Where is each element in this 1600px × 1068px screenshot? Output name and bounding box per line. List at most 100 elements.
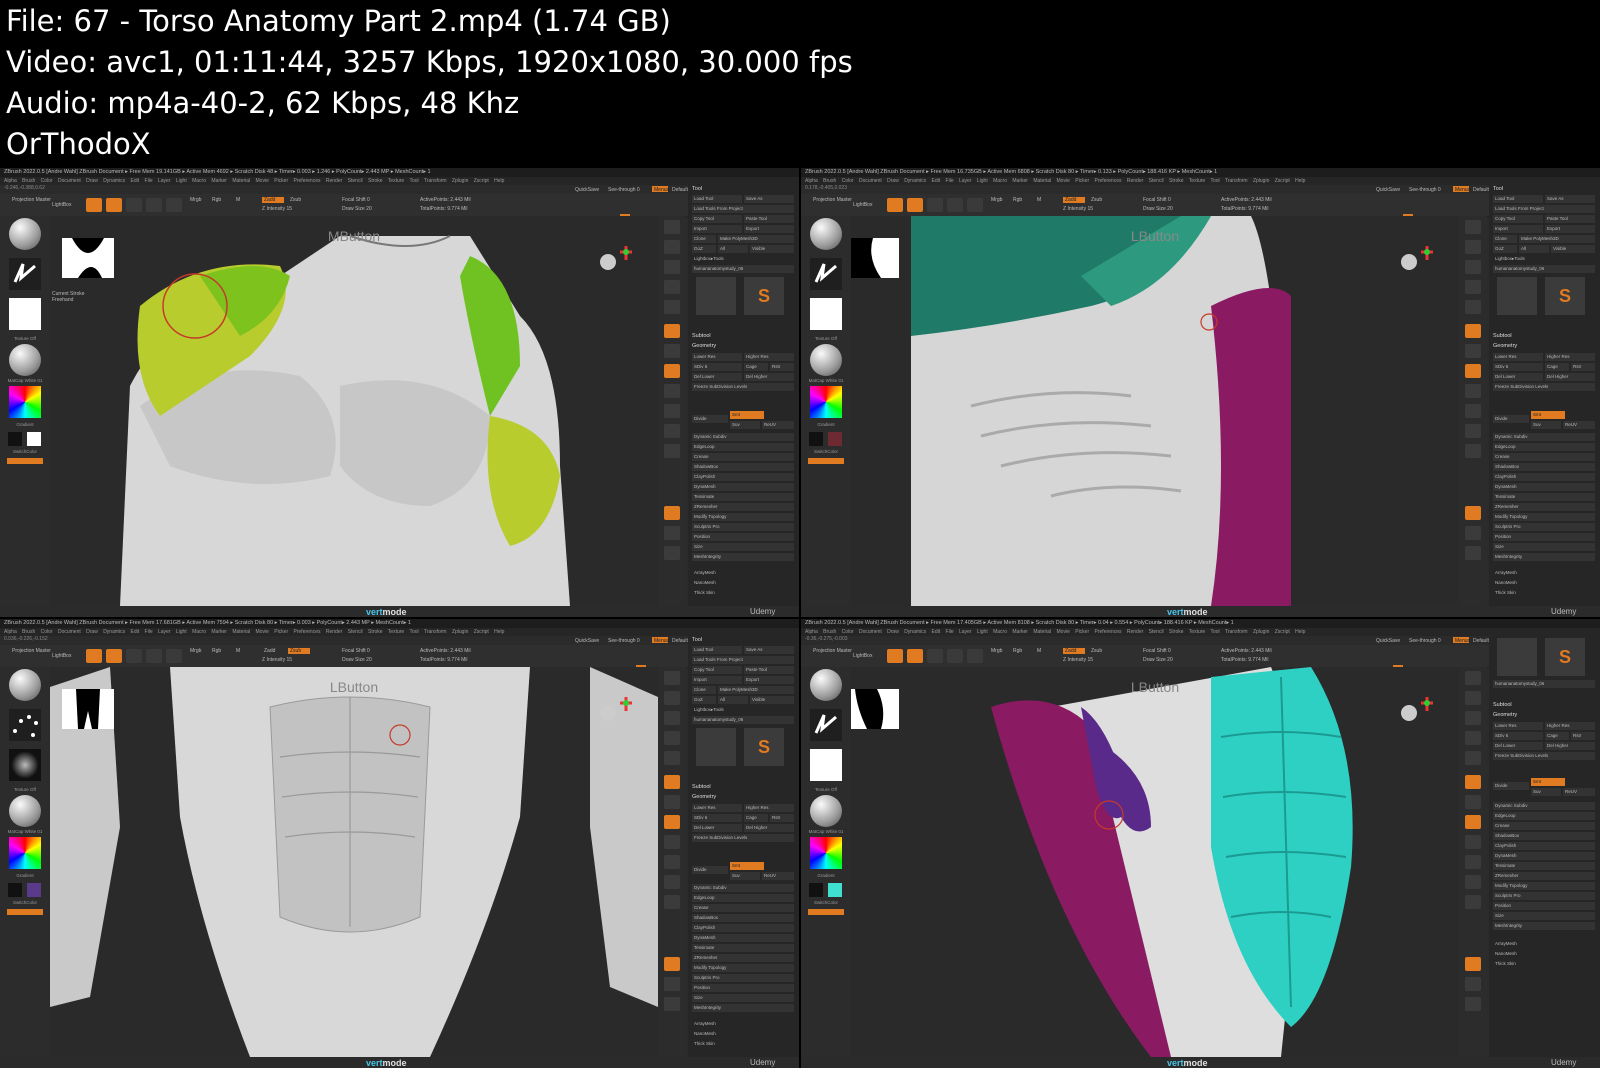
move-button[interactable] xyxy=(927,649,943,663)
floor-button[interactable] xyxy=(664,795,680,809)
cage-button[interactable]: Cage xyxy=(744,363,768,371)
canvas-viewport[interactable]: LButton xyxy=(851,667,1459,1057)
subtool-section[interactable]: Subtool xyxy=(1493,702,1512,708)
geometry-section[interactable]: Geometry xyxy=(692,343,716,349)
position-section[interactable]: Position xyxy=(1493,902,1595,910)
persp-button[interactable] xyxy=(1465,324,1481,338)
simplebrush-icon[interactable]: S xyxy=(744,728,784,766)
del-higher-button[interactable]: Del Higher xyxy=(1545,373,1595,381)
suv-button[interactable]: Suv xyxy=(730,872,760,880)
zoom3d-button[interactable] xyxy=(664,424,680,438)
local-button[interactable] xyxy=(664,364,680,378)
bpr-button[interactable] xyxy=(664,220,680,234)
alternate-button[interactable] xyxy=(808,909,844,915)
brush-preview[interactable] xyxy=(9,218,41,250)
alpha-preview[interactable] xyxy=(9,749,41,781)
edgeloop-section[interactable]: EdgeLoop xyxy=(692,443,794,451)
cage-button[interactable]: Cage xyxy=(1545,732,1569,740)
load-tool-button[interactable]: Load Tool xyxy=(692,195,742,203)
paste-tool-button[interactable]: Paste Tool xyxy=(1545,215,1595,223)
subtool-section[interactable]: Subtool xyxy=(1493,333,1512,339)
simplebrush-icon[interactable]: S xyxy=(744,277,784,315)
zsub-button[interactable]: Zsub xyxy=(290,197,301,203)
position-section[interactable]: Position xyxy=(692,984,794,992)
higher-res-button[interactable]: Higher Res xyxy=(1545,353,1595,361)
polyf-button[interactable] xyxy=(1465,957,1481,971)
focal-shift-slider[interactable]: Focal Shift 0 xyxy=(342,648,370,654)
color-picker[interactable] xyxy=(9,386,41,418)
del-higher-button[interactable]: Del Higher xyxy=(744,373,794,381)
simplebrush-icon[interactable]: S xyxy=(1545,277,1585,315)
secondary-color-swatch[interactable] xyxy=(27,432,41,446)
arraymesh-section[interactable]: ArrayMesh xyxy=(692,1020,794,1028)
nanomesh-section[interactable]: NanoMesh xyxy=(1493,579,1595,587)
tessimate-section[interactable]: Tessimate xyxy=(1493,862,1595,870)
make-polymesh-button[interactable]: Make PolyMesh3D xyxy=(718,686,794,694)
alternate-button[interactable] xyxy=(808,458,844,464)
aahalf-button[interactable] xyxy=(664,751,680,765)
switchcolor-button[interactable]: SwitchColor xyxy=(0,900,50,905)
transp-button[interactable] xyxy=(664,526,680,540)
visible-button[interactable]: Visible xyxy=(750,245,794,253)
geometry-section[interactable]: Geometry xyxy=(1493,343,1517,349)
draw-size-slider[interactable]: Draw Size 20 xyxy=(1143,206,1173,212)
current-tool-name[interactable]: humananatomystudy_06 xyxy=(1493,265,1595,273)
frame-button[interactable] xyxy=(1465,835,1481,849)
rstr-button[interactable]: Rstr xyxy=(1571,363,1595,371)
lightbox-button[interactable]: LightBox xyxy=(853,202,872,208)
move-view-button[interactable] xyxy=(664,404,680,418)
all-button[interactable]: All xyxy=(718,696,748,704)
alpha-preview[interactable] xyxy=(9,298,41,330)
lower-res-button[interactable]: Lower Res xyxy=(1493,353,1543,361)
see-through-slider[interactable]: See-through 0 xyxy=(1409,187,1441,193)
load-tool-button[interactable]: Load Tool xyxy=(692,646,742,654)
paste-tool-button[interactable]: Paste Tool xyxy=(744,666,794,674)
sdiv-slider[interactable]: SDiv 6 xyxy=(1493,732,1543,740)
floor-button[interactable] xyxy=(664,344,680,358)
claypolish-section[interactable]: ClayPolish xyxy=(692,924,794,932)
rotate-button[interactable] xyxy=(967,649,983,663)
lightbox-button[interactable]: LightBox xyxy=(52,653,71,659)
cage-button[interactable]: Cage xyxy=(1545,363,1569,371)
load-tool-button[interactable]: Load Tool xyxy=(1493,195,1543,203)
freeze-subdiv-button[interactable]: Freeze SubDivision Levels xyxy=(692,834,794,842)
modify-topology-section[interactable]: Modify Topology xyxy=(692,964,794,972)
z-intensity-slider[interactable]: Z Intensity 15 xyxy=(262,657,292,663)
spix-button[interactable] xyxy=(664,691,680,705)
sdiv-slider[interactable]: SDiv 6 xyxy=(692,814,742,822)
modify-topology-section[interactable]: Modify Topology xyxy=(692,513,794,521)
crease-section[interactable]: Crease xyxy=(692,453,794,461)
dynamic-subdiv-section[interactable]: Dynamic Subdiv xyxy=(1493,433,1595,441)
frame-button[interactable] xyxy=(1465,384,1481,398)
tool-thumbnail[interactable] xyxy=(1497,277,1537,315)
shadowbox-section[interactable]: ShadowBox xyxy=(692,463,794,471)
geometry-section[interactable]: Geometry xyxy=(1493,712,1517,718)
edgeloop-section[interactable]: EdgeLoop xyxy=(1493,443,1595,451)
canvas-viewport[interactable]: LButton xyxy=(851,216,1459,606)
edit-button[interactable] xyxy=(887,198,903,212)
smt-button[interactable]: Smt xyxy=(730,411,764,419)
material-preview[interactable] xyxy=(810,795,842,827)
current-tool-name[interactable]: humananatomystudy_06 xyxy=(692,265,794,273)
del-lower-button[interactable]: Del Lower xyxy=(1493,742,1543,750)
color-picker[interactable] xyxy=(810,837,842,869)
spix-button[interactable] xyxy=(1465,240,1481,254)
size-section[interactable]: Size xyxy=(1493,912,1595,920)
lightbox-button[interactable]: LightBox xyxy=(52,202,71,208)
geometry-section[interactable]: Geometry xyxy=(692,794,716,800)
bpr-button[interactable] xyxy=(664,671,680,685)
arraymesh-section[interactable]: ArrayMesh xyxy=(692,569,794,577)
stroke-preview[interactable] xyxy=(810,709,842,741)
save-as-button[interactable]: Save As xyxy=(744,195,794,203)
z-intensity-slider[interactable]: Z Intensity 15 xyxy=(1063,657,1093,663)
local-button[interactable] xyxy=(1465,364,1481,378)
sculptris-section[interactable]: Sculptris Pro xyxy=(692,523,794,531)
move-view-button[interactable] xyxy=(1465,855,1481,869)
aahalf-button[interactable] xyxy=(1465,300,1481,314)
divide-button[interactable]: Divide xyxy=(692,415,728,423)
projection-master-button[interactable]: Projection Master xyxy=(12,197,51,203)
polyf-button[interactable] xyxy=(664,957,680,971)
higher-res-button[interactable]: Higher Res xyxy=(744,353,794,361)
draw-size-slider[interactable]: Draw Size 20 xyxy=(342,657,372,663)
del-higher-button[interactable]: Del Higher xyxy=(744,824,794,832)
